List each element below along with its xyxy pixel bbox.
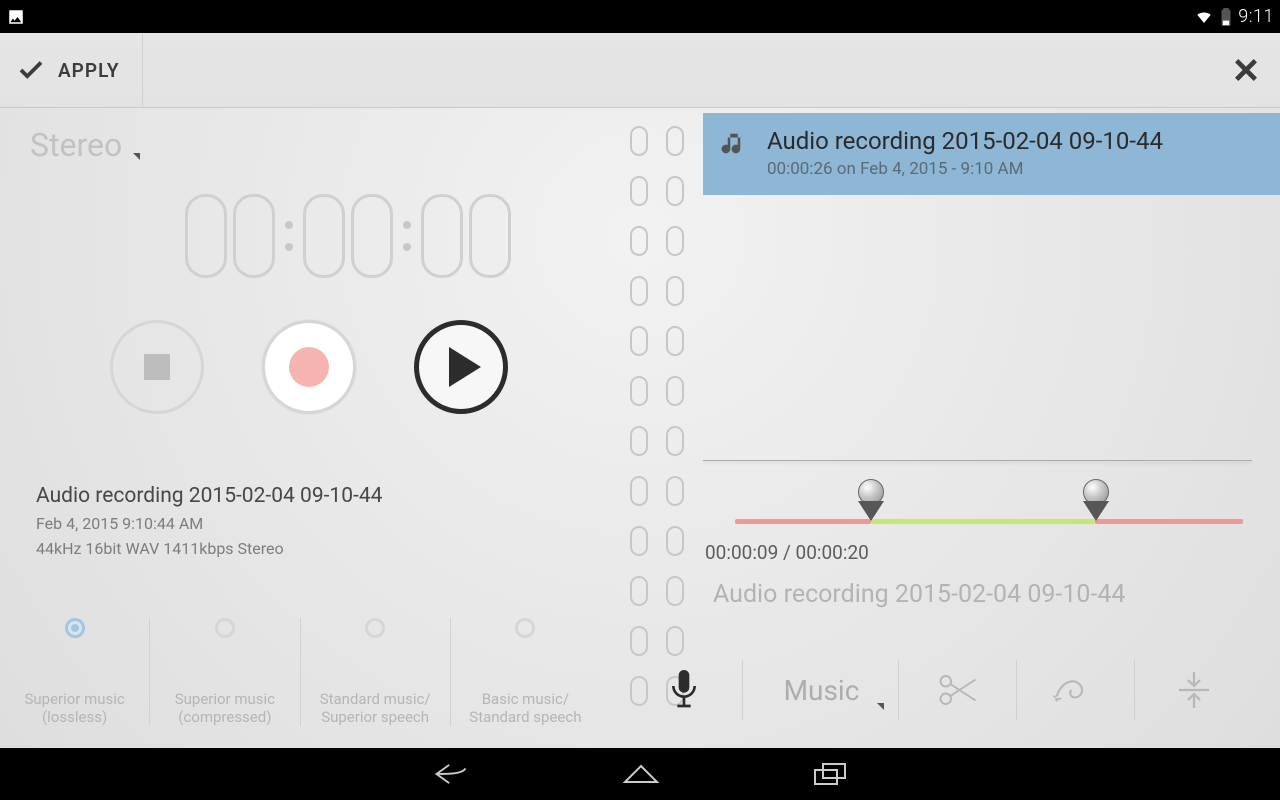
mic-button[interactable] <box>625 660 742 720</box>
trim-region-selected <box>871 519 1095 524</box>
trim-region-outside <box>735 519 871 524</box>
cut-button[interactable] <box>898 660 1016 720</box>
action-bar: APPLY <box>0 33 1280 108</box>
timer-separator <box>399 194 415 278</box>
recording-list-item[interactable]: Audio recording 2015-02-04 09-10-44 00:0… <box>703 113 1280 195</box>
current-file-info: Audio recording 2015-02-04 09-10-44 Feb … <box>36 484 625 558</box>
quality-option-standard[interactable]: Standard music/ Superior speech <box>300 618 450 726</box>
file-format: 44kHz 16bit WAV 1411kbps Stereo <box>36 539 625 558</box>
play-icon <box>449 347 481 387</box>
battery-icon <box>1220 8 1232 26</box>
quality-selector: Superior music (lossless) Superior music… <box>0 618 600 726</box>
main-content: Stereo Audio recording 2015-0 <box>0 108 1280 748</box>
recents-button[interactable] <box>811 760 849 788</box>
quality-option-compressed[interactable]: Superior music (compressed) <box>149 618 299 726</box>
effects-button[interactable] <box>1016 660 1134 720</box>
apply-button[interactable]: APPLY <box>12 33 143 107</box>
trim-handle-start[interactable] <box>854 479 888 527</box>
timer-digit <box>421 194 463 278</box>
microphone-icon <box>668 669 700 711</box>
trim-file-name: Audio recording 2015-02-04 09-10-44 <box>713 580 1252 609</box>
close-button[interactable] <box>1232 56 1260 84</box>
recording-title: Audio recording 2015-02-04 09-10-44 <box>767 127 1163 155</box>
dropdown-caret-icon <box>133 153 140 160</box>
radio-icon <box>515 618 535 638</box>
transport-controls <box>110 320 625 414</box>
recorder-pane: Stereo Audio recording 2015-0 <box>0 108 625 748</box>
category-label: Music <box>784 674 860 707</box>
file-date: Feb 4, 2015 9:10:44 AM <box>36 514 625 533</box>
check-icon <box>16 55 46 85</box>
home-button[interactable] <box>621 760 661 788</box>
timer-digit <box>185 194 227 278</box>
record-button[interactable] <box>262 320 356 414</box>
compress-vertical-icon <box>1175 670 1213 710</box>
timer-separator <box>281 194 297 278</box>
editor-toolbar: Music <box>625 650 1252 730</box>
dropdown-caret-icon <box>877 703 884 710</box>
scissors-icon <box>937 671 979 709</box>
timer-digit <box>351 194 393 278</box>
trim-time-label: 00:00:09 / 00:00:20 <box>705 541 1252 564</box>
record-icon <box>289 347 329 387</box>
android-nav-bar <box>0 748 1280 800</box>
file-title: Audio recording 2015-02-04 09-10-44 <box>36 484 625 508</box>
recording-subtitle: 00:00:26 on Feb 4, 2015 - 9:10 AM <box>767 159 1163 179</box>
timer-digit <box>233 194 275 278</box>
image-indicator-icon <box>6 8 26 26</box>
quality-option-lossless[interactable]: Superior music (lossless) <box>0 618 149 726</box>
category-dropdown[interactable]: Music <box>742 660 898 720</box>
android-status-bar: 9:11 <box>0 0 1280 33</box>
radio-icon <box>65 618 85 638</box>
trim-handle-end[interactable] <box>1079 479 1113 527</box>
play-button[interactable] <box>414 320 508 414</box>
stop-button[interactable] <box>110 320 204 414</box>
back-button[interactable] <box>431 760 471 788</box>
trim-region-outside <box>1095 519 1243 524</box>
timer-digit <box>303 194 345 278</box>
radio-icon <box>365 618 385 638</box>
quality-option-basic[interactable]: Basic music/ Standard speech <box>450 618 600 726</box>
wifi-icon <box>1194 8 1214 26</box>
apply-label: APPLY <box>58 59 120 82</box>
close-icon <box>1232 56 1260 84</box>
stop-icon <box>144 354 170 380</box>
swirl-icon <box>1053 673 1099 707</box>
editor-pane: Audio recording 2015-02-04 09-10-44 00:0… <box>625 108 1280 748</box>
normalize-button[interactable] <box>1134 660 1252 720</box>
record-timer <box>70 194 625 278</box>
music-note-icon <box>719 127 749 163</box>
radio-icon <box>215 618 235 638</box>
timer-digit <box>469 194 511 278</box>
channel-mode-label: Stereo <box>30 126 122 164</box>
playhead-rule[interactable] <box>703 460 1252 461</box>
trim-editor: 00:00:09 / 00:00:20 Audio recording 2015… <box>703 460 1252 609</box>
trim-track[interactable] <box>703 515 1252 527</box>
status-clock: 9:11 <box>1238 6 1274 27</box>
channel-mode-dropdown[interactable]: Stereo <box>30 126 140 164</box>
